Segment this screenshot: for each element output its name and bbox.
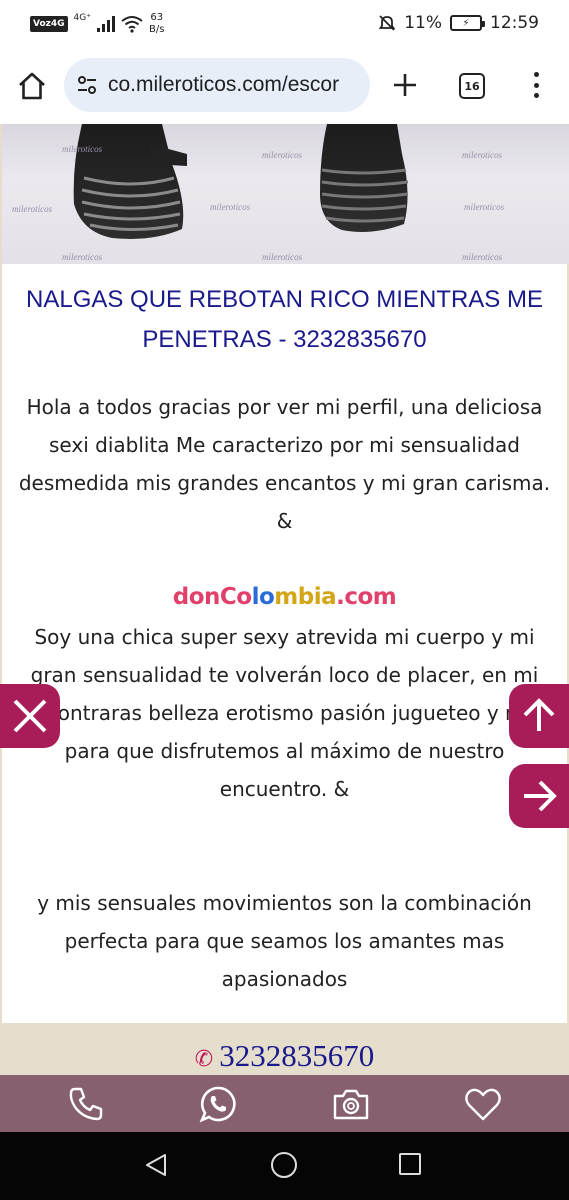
status-right: 11% ⚡ 12:59 — [378, 13, 539, 33]
phone-icon — [69, 1087, 103, 1120]
watermark: mileroticos — [462, 150, 503, 160]
doncolombia-logo[interactable]: donColombia.com — [0, 584, 569, 610]
home-icon[interactable] — [16, 70, 48, 102]
watermark: mileroticos — [462, 252, 503, 262]
wifi-icon — [121, 16, 143, 33]
status-left: Voz4G 4G⁺ 63 B/s — [30, 12, 164, 36]
description-paragraph-1: Hola a todos gracias por ver mi perfil, … — [18, 395, 551, 533]
recents-icon[interactable] — [399, 1153, 421, 1175]
url-text[interactable]: co.mileroticos.com/escor — [108, 73, 339, 97]
brand-part-4: .com — [336, 584, 397, 610]
description-paragraph-3: y mis sensuales movimientos son la combi… — [37, 891, 532, 991]
brand-part-2: lo — [251, 584, 275, 610]
brand-part-3: mbia — [274, 584, 337, 610]
tune-icon[interactable] — [76, 74, 98, 96]
phone-small-icon: ✆ — [194, 1046, 214, 1071]
plus-icon[interactable] — [390, 70, 420, 100]
heart-icon — [465, 1088, 501, 1120]
close-icon — [13, 699, 47, 733]
network-speed: 63 B/s — [149, 12, 164, 36]
watermark: mileroticos — [262, 252, 303, 262]
watermark: mileroticos — [12, 204, 53, 214]
mute-icon — [378, 15, 396, 31]
favorite-button[interactable] — [463, 1084, 503, 1124]
network-type: 4G⁺ — [73, 13, 91, 23]
watermark: mileroticos — [62, 144, 103, 154]
tab-switcher-button[interactable]: 16 — [459, 73, 485, 99]
system-nav-bar — [0, 1132, 569, 1200]
photos-button[interactable] — [331, 1084, 371, 1124]
page-content: mileroticos mileroticos mileroticos mile… — [0, 124, 569, 1075]
carrier-badge: Voz4G — [30, 16, 68, 32]
status-bar: Voz4G 4G⁺ 63 B/s 11% ⚡ 12:59 — [0, 0, 569, 48]
contact-action-bar — [0, 1075, 569, 1132]
next-button[interactable] — [509, 764, 569, 828]
speed-value: 63 — [150, 12, 164, 23]
camera-icon — [333, 1089, 368, 1119]
watermark: mileroticos — [62, 252, 103, 262]
arrow-right-icon — [524, 780, 557, 812]
scroll-top-button[interactable] — [509, 684, 569, 748]
whatsapp-button[interactable] — [198, 1084, 238, 1124]
more-vert-icon[interactable] — [528, 70, 544, 100]
description-paragraph-2: Soy una chica super sexy atrevida mi cue… — [21, 625, 548, 801]
speed-unit: B/s — [149, 24, 165, 35]
watermark: mileroticos — [262, 150, 303, 160]
close-button[interactable] — [0, 684, 60, 748]
address-bar[interactable]: co.mileroticos.com/escor — [64, 58, 370, 112]
call-button[interactable] — [66, 1084, 106, 1124]
profile-photo[interactable]: mileroticos mileroticos mileroticos mile… — [2, 124, 569, 264]
battery-percent: 11% — [404, 13, 442, 33]
phone-number[interactable]: 3232835670 — [219, 1038, 374, 1073]
browser-toolbar: co.mileroticos.com/escor 16 — [0, 48, 569, 124]
phone-link[interactable]: ✆ 3232835670 — [0, 1038, 569, 1074]
whatsapp-icon — [199, 1086, 236, 1122]
battery-icon: ⚡ — [450, 15, 485, 31]
clock: 12:59 — [490, 13, 539, 33]
home-circle-icon[interactable] — [271, 1152, 297, 1178]
arrow-up-icon — [523, 698, 555, 731]
back-icon[interactable] — [143, 1152, 169, 1178]
signal-icon — [97, 16, 115, 32]
watermark: mileroticos — [210, 202, 251, 212]
watermark: mileroticos — [464, 202, 505, 212]
ad-title: NALGAS QUE REBOTAN RICO MIENTRAS ME PENE… — [26, 286, 543, 353]
brand-part-1: donCo — [172, 584, 252, 610]
